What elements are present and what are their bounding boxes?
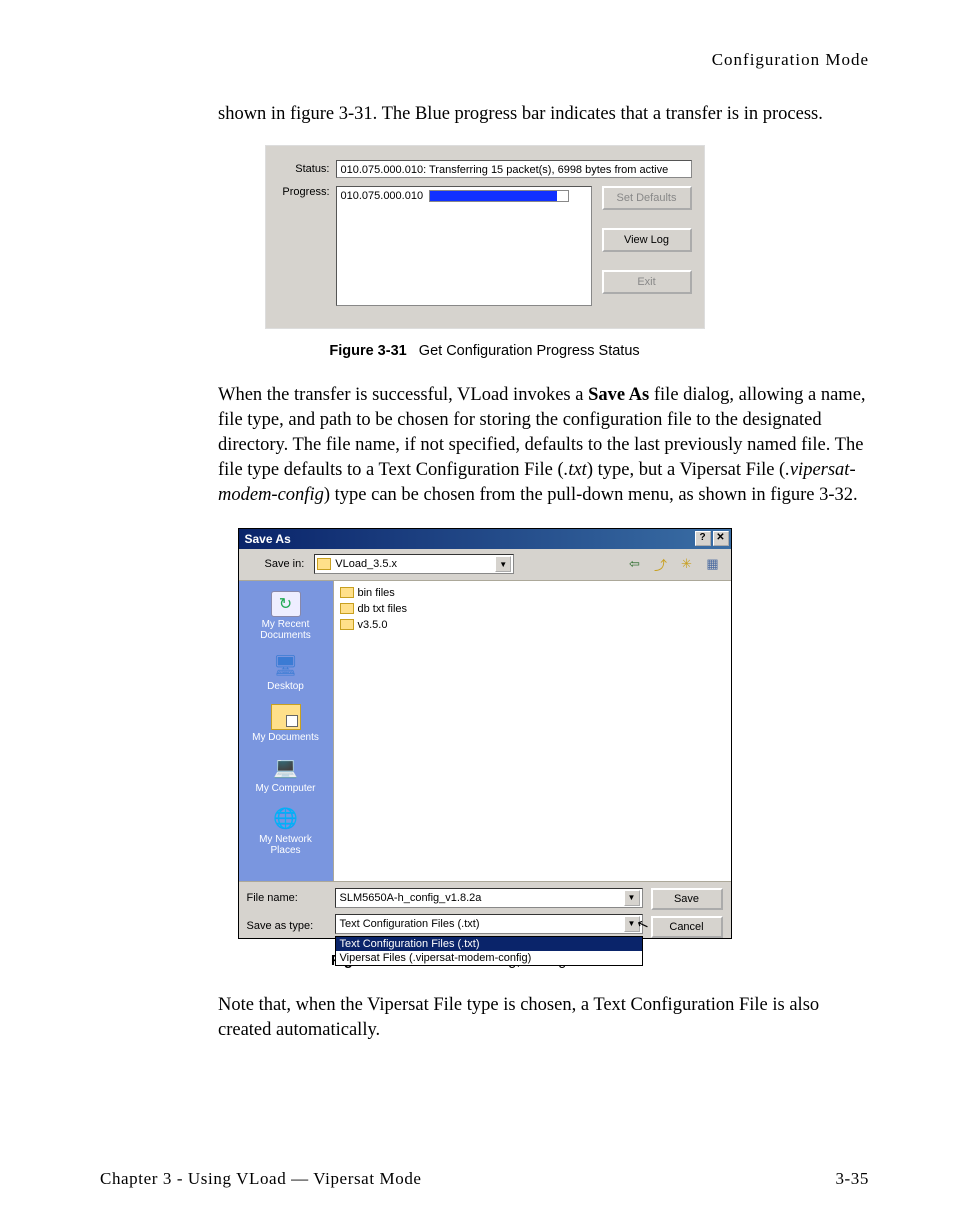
save-as-type-options: Text Configuration Files (.txt) Vipersat…: [335, 936, 643, 966]
place-my-documents[interactable]: My Documents: [244, 700, 328, 749]
progress-ip: 010.075.000.010: [341, 190, 424, 202]
type-value: Text Configuration Files (.txt): [340, 918, 480, 930]
save-as-toolbar: Save in: VLoad_3.5.x ▼ ⇦ ⤴ ✳ ▦: [239, 549, 731, 581]
place-label: My Recent Documents: [244, 619, 328, 641]
folder-icon: [317, 558, 331, 570]
places-bar: ↻ My Recent Documents 🖥 Desktop My Docum…: [239, 581, 333, 881]
place-label: My Computer: [244, 783, 328, 794]
file-name: db txt files: [358, 603, 408, 615]
progress-label: Progress:: [278, 186, 330, 198]
save-in-value: VLoad_3.5.x: [335, 558, 397, 570]
status-field: 010.075.000.010: Transferring 15 packet(…: [336, 160, 692, 178]
filename-value: SLM5650A-h_config_v1.8.2a: [340, 892, 482, 904]
close-button[interactable]: ✕: [713, 531, 729, 546]
save-in-label: Save in:: [265, 558, 305, 570]
folder-icon: [340, 619, 354, 630]
place-my-network-places[interactable]: 🌐 My Network Places: [244, 802, 328, 862]
up-one-level-icon[interactable]: ⤴: [651, 555, 671, 573]
chevron-down-icon[interactable]: ▼: [624, 890, 640, 906]
p2-c: ) type, but a Vipersat File (: [587, 460, 785, 480]
page-header: Configuration Mode: [100, 50, 869, 70]
p2-bold: Save As: [588, 385, 649, 405]
new-folder-icon[interactable]: ✳: [677, 555, 697, 573]
filename-input[interactable]: SLM5650A-h_config_v1.8.2a ▼: [335, 888, 643, 908]
save-as-type-label: Save as type:: [247, 916, 327, 936]
p2-it1: .txt: [564, 460, 587, 480]
type-option[interactable]: Text Configuration Files (.txt): [336, 937, 642, 951]
dialog-titlebar: Save As ? ✕: [239, 529, 731, 549]
list-item[interactable]: db txt files: [340, 601, 725, 617]
exit-button[interactable]: Exit: [602, 270, 692, 294]
p2-a: When the transfer is successful, VLoad i…: [218, 385, 588, 405]
save-as-type-dropdown[interactable]: Text Configuration Files (.txt) ▼: [335, 914, 643, 934]
page-footer: Chapter 3 - Using VLoad — Vipersat Mode …: [100, 1169, 869, 1189]
place-recent-documents[interactable]: ↻ My Recent Documents: [244, 587, 328, 647]
place-label: My Network Places: [244, 834, 328, 856]
file-list[interactable]: bin files db txt files v3.5.0: [333, 581, 731, 881]
footer-right: 3-35: [835, 1169, 869, 1189]
status-label: Status:: [278, 163, 330, 175]
save-button[interactable]: Save: [651, 888, 723, 910]
list-item[interactable]: v3.5.0: [340, 617, 725, 633]
place-desktop[interactable]: 🖥 Desktop: [244, 649, 328, 698]
place-my-computer[interactable]: 💻 My Computer: [244, 751, 328, 800]
chevron-down-icon[interactable]: ▼: [495, 556, 511, 572]
progress-list: 010.075.000.010: [336, 186, 592, 306]
filename-label: File name:: [247, 888, 327, 908]
my-computer-icon: 💻: [271, 755, 301, 781]
figure-31-text: Get Configuration Progress Status: [419, 343, 640, 359]
footer-left: Chapter 3 - Using VLoad — Vipersat Mode: [100, 1169, 422, 1189]
desktop-icon: 🖥: [271, 653, 301, 679]
network-places-icon: 🌐: [271, 806, 301, 832]
save-as-dialog: Save As ? ✕ Save in: VLoad_3.5.x ▼ ⇦ ⤴ ✳…: [238, 528, 732, 939]
folder-icon: [340, 603, 354, 614]
set-defaults-button[interactable]: Set Defaults: [602, 186, 692, 210]
dialog-title: Save As: [245, 532, 291, 546]
progress-bar: [429, 190, 569, 202]
recent-documents-icon: ↻: [271, 591, 301, 617]
place-label: My Documents: [244, 732, 328, 743]
help-button[interactable]: ?: [695, 531, 711, 546]
list-item[interactable]: bin files: [340, 585, 725, 601]
place-label: Desktop: [244, 681, 328, 692]
body-paragraph-3: Note that, when the Vipersat File type i…: [218, 993, 869, 1043]
type-option[interactable]: Vipersat Files (.vipersat-modem-config): [336, 951, 642, 965]
file-name: v3.5.0: [358, 619, 388, 631]
save-as-bottom-bar: File name: Save as type: SLM5650A-h_conf…: [239, 881, 731, 938]
cancel-button[interactable]: Cancel: [651, 916, 723, 938]
figure-31-caption: Figure 3-31 Get Configuration Progress S…: [100, 343, 869, 359]
p2-d: ) type can be chosen from the pull-down …: [324, 485, 858, 505]
save-in-dropdown[interactable]: VLoad_3.5.x ▼: [314, 554, 514, 574]
folder-icon: [340, 587, 354, 598]
views-icon[interactable]: ▦: [703, 555, 723, 573]
back-icon[interactable]: ⇦: [625, 555, 645, 573]
figure-31-num: Figure 3-31: [329, 343, 406, 359]
body-paragraph-2: When the transfer is successful, VLoad i…: [218, 383, 869, 508]
my-documents-icon: [271, 704, 301, 730]
progress-dialog: Status: 010.075.000.010: Transferring 15…: [265, 145, 705, 329]
file-name: bin files: [358, 587, 395, 599]
body-paragraph-1: shown in figure 3-31. The Blue progress …: [218, 102, 869, 127]
view-log-button[interactable]: View Log: [602, 228, 692, 252]
